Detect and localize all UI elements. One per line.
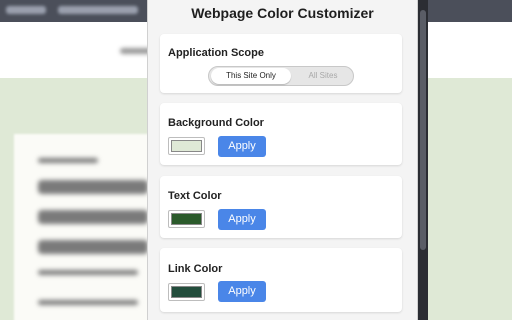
apply-background-button[interactable]: Apply — [218, 136, 266, 157]
text-color-section: Text Color Apply — [160, 176, 402, 238]
scope-option-all-sites[interactable]: All Sites — [295, 68, 351, 84]
background-color-swatch[interactable] — [168, 137, 205, 155]
apply-text-button[interactable]: Apply — [218, 209, 266, 230]
blurred-nav-text — [6, 6, 46, 14]
text-color-fill — [171, 213, 202, 225]
blurred-heading — [38, 180, 148, 194]
scope-option-this-site[interactable]: This Site Only — [211, 68, 291, 84]
popup-scrollbar[interactable] — [418, 0, 428, 320]
link-color-swatch[interactable] — [168, 283, 205, 301]
popup-title: Webpage Color Customizer — [191, 5, 374, 21]
blurred-nav-text — [58, 6, 138, 14]
background-color-label: Background Color — [168, 117, 264, 129]
color-customizer-popup: Webpage Color Customizer Application Sco… — [147, 0, 418, 320]
apply-link-button[interactable]: Apply — [218, 281, 266, 302]
link-color-label: Link Color — [168, 263, 223, 275]
link-color-section: Link Color Apply — [160, 248, 402, 312]
scope-label: Application Scope — [168, 47, 264, 59]
host-page-card — [14, 134, 164, 320]
blurred-heading — [38, 210, 148, 224]
blurred-line — [38, 300, 138, 305]
link-color-fill — [171, 286, 202, 298]
blurred-line — [38, 270, 138, 275]
scope-section: Application Scope This Site Only All Sit… — [160, 34, 402, 93]
scope-toggle[interactable]: This Site Only All Sites — [208, 66, 354, 86]
blurred-line — [38, 158, 98, 163]
blurred-heading — [38, 240, 148, 254]
text-color-label: Text Color — [168, 190, 222, 202]
scrollbar-thumb[interactable] — [420, 10, 426, 250]
background-color-section: Background Color Apply — [160, 103, 402, 165]
text-color-swatch[interactable] — [168, 210, 205, 228]
background-color-fill — [171, 140, 202, 152]
